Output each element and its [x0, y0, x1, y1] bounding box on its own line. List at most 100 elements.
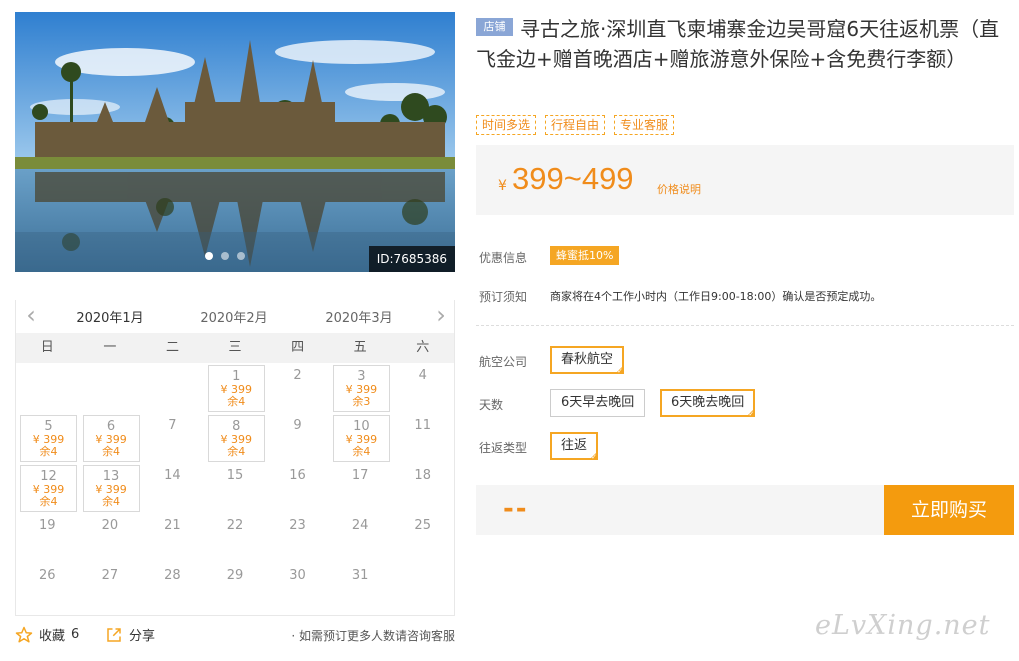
month-tab-jan[interactable]: 2020年1月	[58, 307, 162, 335]
consult-note: · 如需预订更多人数请咨询客服	[291, 629, 455, 643]
weekday-label: 六	[416, 340, 430, 355]
buy-now-button[interactable]: 立即购买	[884, 485, 1014, 535]
total-price: --	[503, 494, 529, 524]
calendar-day[interactable]: 8 ¥ 399 余4	[204, 413, 267, 463]
calendar-day-number: 31	[351, 568, 369, 583]
carousel-dot[interactable]	[237, 252, 245, 260]
calendar-day-number: 17	[351, 468, 369, 483]
airline-label: 航空公司	[479, 355, 528, 369]
calendar-day[interactable]: 6 ¥ 399 余4	[79, 413, 142, 463]
star-icon	[15, 626, 33, 642]
calendar-day-number: 26	[39, 568, 56, 583]
carousel-dot[interactable]	[221, 252, 229, 260]
weekday-label: 三	[228, 340, 242, 355]
calendar-day[interactable]: 13 ¥ 399 余4	[79, 463, 142, 513]
feature-tag: 专业客服	[614, 115, 675, 135]
calendar-day-number: 3	[357, 369, 366, 384]
calendar-day: 2	[266, 363, 329, 413]
calendar-day-number: 11	[414, 418, 431, 433]
calendar-day: 4	[391, 363, 454, 413]
calendar-day[interactable]: 12 ¥ 399 余4	[16, 463, 79, 513]
calendar-day-number: 20	[101, 518, 119, 533]
calendar-day-number: 12	[40, 469, 57, 484]
promo-badge: 蜂蜜抵10%	[550, 246, 620, 265]
calendar-day: 16	[266, 463, 329, 513]
calendar-day-number: 5	[44, 419, 53, 434]
weekday-label: 五	[353, 340, 367, 355]
weekday-label: 四	[291, 340, 305, 355]
calendar-day: 19	[16, 513, 79, 563]
calendar-day-number: 9	[293, 418, 302, 433]
product-id-label: ID:7685386	[368, 246, 455, 272]
weekday-label: 日	[40, 340, 54, 355]
product-page: ID:7685386 ‹ 2020年1月 2020年2月 2020年3月 › 日…	[0, 0, 1019, 661]
calendar-day-number: 13	[102, 469, 120, 484]
calendar-day-number: 6	[106, 419, 116, 434]
feature-tag: 行程自由	[545, 115, 606, 135]
calendar-day-number: 7	[168, 418, 177, 433]
calendar-day-number: 18	[414, 468, 431, 483]
calendar-day: 18	[391, 463, 454, 513]
feature-tag: 时间多选	[476, 115, 537, 135]
calendar-day: 25	[391, 513, 454, 563]
divider	[476, 325, 1014, 326]
calendar-day: 14	[141, 463, 204, 513]
calendar-day-stock: 余3	[352, 395, 371, 408]
calendar-day-stock: 余4	[39, 445, 58, 458]
calendar-day[interactable]: 3 ¥ 399 余3	[329, 363, 392, 413]
calendar-day: 7	[141, 413, 204, 463]
calendar-day-number: 1	[232, 369, 241, 384]
action-footer: 收藏 6 分享 · 如需预订更多人数请咨询客服	[15, 625, 455, 647]
calendar-day-number: 15	[226, 468, 244, 483]
calendar-day: 17	[329, 463, 392, 513]
favorite-button[interactable]: 收藏 6	[15, 625, 79, 644]
month-tab-mar[interactable]: 2020年3月	[307, 307, 411, 333]
promo-label: 优惠信息	[479, 251, 528, 265]
weekday-header: 日 一 二 三 四 五 六	[16, 333, 454, 363]
site-watermark: eLvXing.net	[815, 610, 991, 641]
calendar-day-stock: 余4	[227, 395, 246, 408]
calendar-day-number: 22	[226, 518, 244, 533]
trip-type-option[interactable]: 往返	[550, 432, 599, 462]
price-panel: ¥ 399~499 价格说明	[476, 145, 1014, 215]
carousel-dots	[205, 252, 245, 260]
calendar-day-number: 29	[226, 568, 244, 583]
calendar-day[interactable]: 10 ¥ 399 余4	[329, 413, 392, 463]
price-note-link[interactable]: 价格说明	[657, 181, 701, 197]
calendar-day-stock: 余4	[227, 445, 246, 458]
calendar-day: 23	[266, 513, 329, 563]
share-icon	[107, 627, 121, 642]
purchase-bar: -- 立即购买	[476, 485, 1014, 535]
temple-photo	[15, 12, 455, 272]
calendar-day-number: 19	[39, 518, 56, 533]
currency-symbol: ¥	[498, 178, 507, 194]
calendar-day-number: 28	[164, 568, 181, 583]
month-tab-feb[interactable]: 2020年2月	[182, 307, 286, 333]
calendar-day-number: 4	[418, 368, 427, 383]
favorite-count: 6	[71, 627, 80, 642]
calendar-day-number: 21	[164, 518, 181, 533]
days-label: 天数	[479, 398, 504, 412]
calendar-day[interactable]: 1 ¥ 399 余4	[204, 363, 267, 413]
weekday-label: 一	[103, 340, 117, 355]
calendar-day[interactable]: 5 ¥ 399 余4	[16, 413, 79, 463]
share-label: 分享	[129, 629, 156, 644]
days-option-early[interactable]: 6天早去晚回	[550, 389, 646, 417]
days-option-late[interactable]: 6天晚去晚回	[660, 389, 756, 419]
calendar-day-number: 25	[414, 518, 431, 533]
calendar-day-stock: 余4	[352, 445, 371, 458]
share-button[interactable]: 分享	[105, 625, 155, 644]
calendar-day: 21	[141, 513, 204, 563]
calendar-day-stock: 余4	[102, 445, 121, 458]
next-month-arrow-icon[interactable]: ›	[431, 303, 451, 327]
calendar-day-number: 8	[232, 419, 241, 434]
calendar-day: 9	[266, 413, 329, 463]
price-calendar: ‹ 2020年1月 2020年2月 2020年3月 › 日 一 二 三 四 五 …	[15, 300, 455, 616]
calendar-day-stock: 余4	[39, 495, 58, 508]
prev-month-arrow-icon[interactable]: ‹	[21, 303, 41, 327]
calendar-day-number: 2	[293, 368, 302, 383]
airline-option[interactable]: 春秋航空	[550, 346, 625, 376]
carousel-dot[interactable]	[205, 252, 213, 260]
calendar-day: 27	[79, 563, 142, 613]
hero-image[interactable]: ID:7685386	[15, 12, 455, 272]
